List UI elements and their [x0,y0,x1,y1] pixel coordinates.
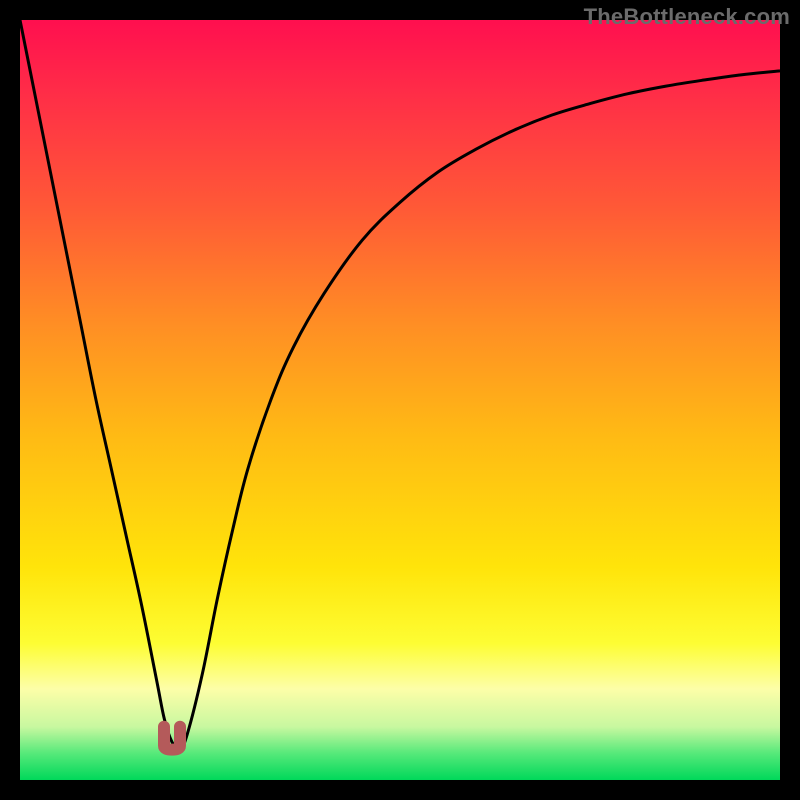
background-gradient [20,20,780,780]
attribution-label: TheBottleneck.com [584,4,790,30]
bottleneck-chart [20,20,780,780]
chart-frame: TheBottleneck.com [0,0,800,800]
plot-area [20,20,780,780]
